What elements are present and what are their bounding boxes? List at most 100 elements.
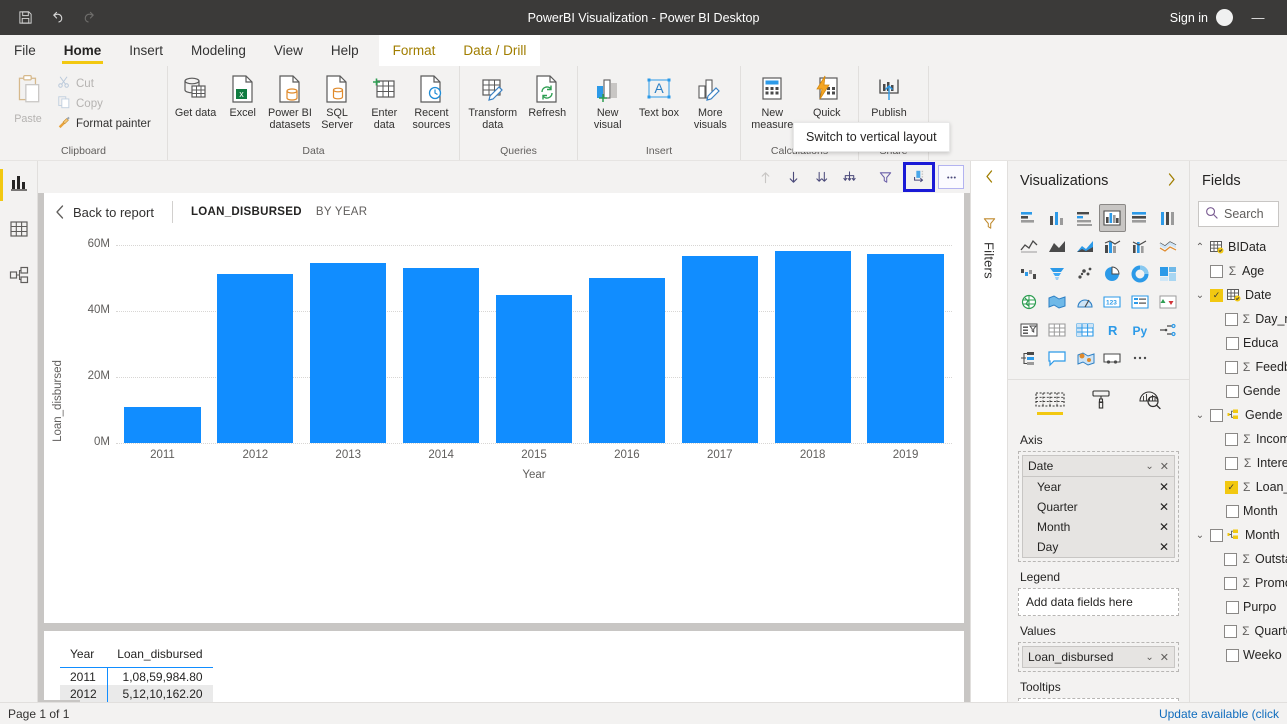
ribbon-chart-icon[interactable] — [1155, 233, 1181, 259]
powerbi-datasets-button[interactable]: Power BI datasets — [266, 70, 313, 133]
field-row[interactable]: Σ Outsta — [1190, 547, 1287, 571]
waterfall-chart-icon[interactable] — [1016, 261, 1042, 287]
bar-2011[interactable] — [116, 245, 209, 443]
filters-pane-collapsed[interactable]: Filters — [970, 161, 1008, 704]
field-row[interactable]: ⌄ Gende — [1190, 403, 1287, 427]
bar-rect[interactable] — [310, 263, 387, 443]
100-stacked-bar-chart-icon[interactable] — [1127, 205, 1153, 231]
close-icon[interactable]: ✕ — [1159, 540, 1169, 554]
line-chart-icon[interactable] — [1016, 233, 1042, 259]
bar-rect[interactable] — [403, 268, 480, 443]
undo-icon[interactable] — [42, 5, 72, 31]
excel-button[interactable]: x Excel — [219, 70, 266, 122]
col-header-year[interactable]: Year — [60, 645, 107, 667]
field-checkbox[interactable] — [1226, 600, 1239, 614]
bar-rect[interactable] — [681, 256, 758, 443]
transform-data-button[interactable]: Transform data — [464, 70, 521, 133]
fields-search-input[interactable]: Search — [1198, 201, 1279, 227]
chevron-up-icon[interactable]: ⌃ — [1194, 242, 1206, 253]
chevron-down-icon[interactable]: ⌄ — [1194, 410, 1206, 421]
bar-2016[interactable] — [580, 245, 673, 443]
bar-rect[interactable] — [217, 274, 294, 443]
format-painter-button[interactable]: Format painter — [54, 114, 154, 133]
field-checkbox[interactable] — [1224, 360, 1238, 374]
avatar[interactable] — [1216, 9, 1233, 26]
line-clustered-column-icon[interactable] — [1127, 233, 1153, 259]
tab-help[interactable]: Help — [317, 35, 373, 66]
table-row[interactable]: 2012 5,12,10,162.20 — [60, 685, 213, 702]
well-values[interactable]: Loan_disbursed ⌄ ✕ — [1018, 642, 1179, 672]
analytics-magnifier-icon[interactable] — [1138, 388, 1162, 415]
save-icon[interactable] — [10, 5, 40, 31]
100-stacked-column-chart-icon[interactable] — [1155, 205, 1181, 231]
filled-map-icon[interactable] — [1044, 289, 1070, 315]
map-icon[interactable] — [1016, 289, 1042, 315]
field-row[interactable]: Σ Intere — [1190, 451, 1287, 475]
field-row[interactable]: Σ Age — [1190, 259, 1287, 283]
back-to-report-link[interactable]: Back to report — [73, 205, 154, 220]
bar-2019[interactable] — [859, 245, 952, 443]
stacked-column-chart-icon[interactable] — [1044, 205, 1070, 231]
field-checkbox[interactable] — [1226, 648, 1239, 662]
recent-sources-button[interactable]: Recent sources — [408, 70, 455, 133]
clustered-bar-chart-icon[interactable] — [1072, 205, 1098, 231]
field-checkbox[interactable] — [1210, 264, 1223, 278]
close-icon[interactable]: ✕ — [1160, 651, 1169, 664]
r-script-visual-icon[interactable]: R — [1100, 317, 1126, 343]
field-subchip-quarter[interactable]: Quarter ✕ — [1022, 497, 1175, 517]
chevron-down-icon[interactable]: ⌄ — [1145, 461, 1153, 472]
field-row[interactable]: Σ Feedb — [1190, 355, 1287, 379]
rail-item-report-view[interactable] — [0, 169, 38, 201]
field-checkbox[interactable] — [1226, 336, 1239, 350]
q-and-a-icon[interactable] — [1044, 345, 1070, 371]
field-chip-loan-disbursed[interactable]: Loan_disbursed ⌄ ✕ — [1022, 646, 1175, 668]
multi-row-card-icon[interactable] — [1127, 289, 1153, 315]
field-checkbox[interactable] — [1226, 384, 1239, 398]
drill-down-button[interactable] — [780, 165, 806, 189]
paint-roller-icon[interactable] — [1090, 388, 1112, 415]
bar-2014[interactable] — [395, 245, 488, 443]
drill-up-button[interactable] — [752, 165, 778, 189]
line-stacked-column-icon[interactable] — [1100, 233, 1126, 259]
close-icon[interactable]: ✕ — [1159, 520, 1169, 534]
new-measure-button[interactable]: New measure — [745, 70, 800, 133]
switch-layout-button[interactable] — [903, 162, 935, 192]
bar-2012[interactable] — [209, 245, 302, 443]
decomposition-tree-icon[interactable] — [1155, 317, 1181, 343]
stacked-bar-chart-icon[interactable] — [1016, 205, 1042, 231]
chevron-left-icon[interactable] — [54, 204, 66, 220]
field-checkbox[interactable] — [1210, 528, 1223, 542]
close-icon[interactable]: ✕ — [1160, 460, 1169, 473]
refresh-button[interactable]: Refresh — [521, 70, 573, 122]
field-checkbox[interactable] — [1225, 456, 1239, 470]
bar-2017[interactable] — [673, 245, 766, 443]
tab-file[interactable]: File — [0, 35, 50, 66]
bar-2015[interactable] — [488, 245, 581, 443]
bar-2018[interactable] — [766, 245, 859, 443]
pie-chart-icon[interactable] — [1100, 261, 1126, 287]
field-row[interactable]: Σ Promo — [1190, 571, 1287, 595]
bar-2013[interactable] — [302, 245, 395, 443]
slicer-icon[interactable] — [1016, 317, 1042, 343]
bar-rect[interactable] — [774, 250, 851, 443]
field-row[interactable]: Σ Incom — [1190, 427, 1287, 451]
sql-server-button[interactable]: SQL Server — [314, 70, 361, 133]
field-row[interactable]: Month — [1190, 499, 1287, 523]
well-legend[interactable]: Add data fields here — [1018, 588, 1179, 616]
chevron-down-icon[interactable]: ⌄ — [1194, 290, 1206, 301]
stacked-area-chart-icon[interactable] — [1072, 233, 1098, 259]
scatter-chart-icon[interactable] — [1072, 261, 1098, 287]
card-icon[interactable]: 123 — [1100, 289, 1126, 315]
publish-button[interactable]: Publish — [863, 70, 915, 122]
clustered-column-chart-icon[interactable] — [1098, 204, 1127, 232]
field-chip-date[interactable]: Date ⌄ ✕ — [1022, 455, 1175, 477]
gauge-icon[interactable] — [1072, 289, 1098, 315]
rail-item-model-view[interactable] — [0, 261, 38, 293]
redo-icon[interactable] — [74, 5, 104, 31]
minimize-button[interactable]: — — [1241, 3, 1275, 33]
get-data-button[interactable]: Get data — [172, 70, 219, 122]
field-checkbox[interactable] — [1224, 480, 1238, 494]
go-to-next-level-button[interactable] — [808, 165, 834, 189]
field-row[interactable]: Σ Quarte — [1190, 619, 1287, 643]
key-influencers-icon[interactable] — [1016, 345, 1042, 371]
